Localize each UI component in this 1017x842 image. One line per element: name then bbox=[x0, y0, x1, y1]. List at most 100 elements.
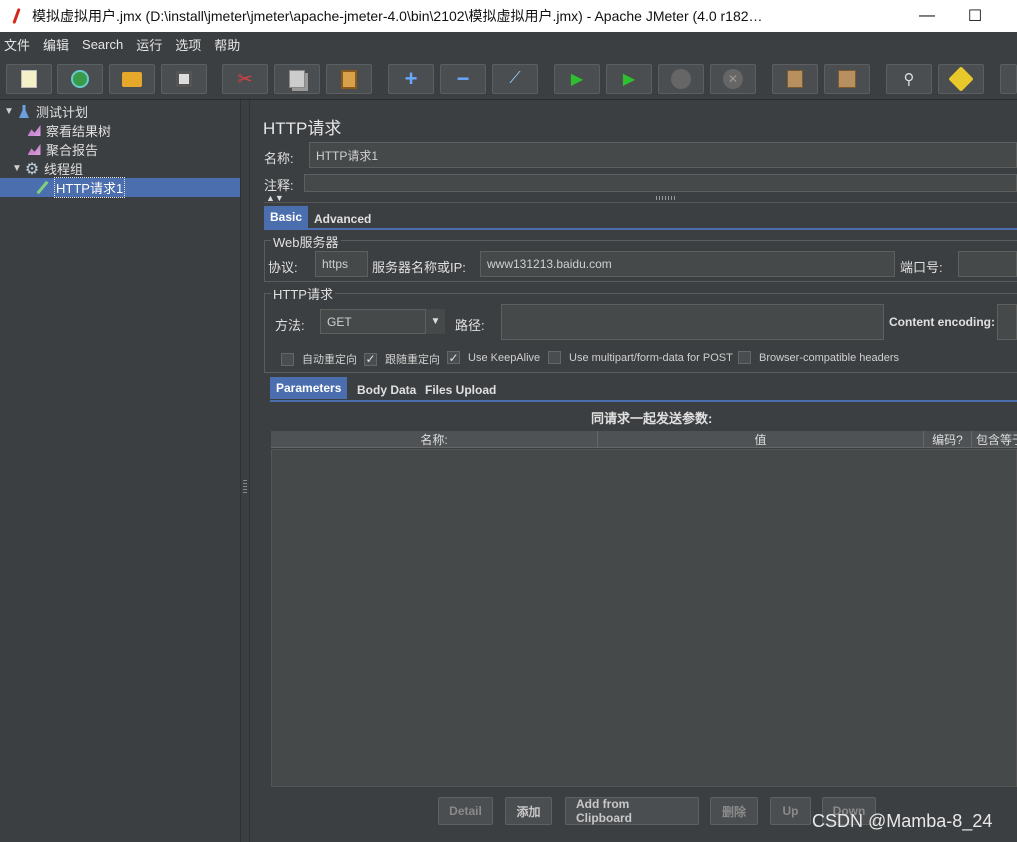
column-include-equals-header[interactable]: 包含等于 bbox=[972, 431, 1017, 448]
tree-item-http-request[interactable]: HTTP请求1 bbox=[0, 177, 240, 198]
cut-icon: ✂ bbox=[237, 68, 253, 89]
tab-advanced[interactable]: Advanced bbox=[308, 208, 378, 230]
expand-all-button[interactable]: + bbox=[388, 64, 434, 94]
checkbox-label: Use multipart/form-data for POST bbox=[569, 351, 733, 364]
protocol-field[interactable]: https bbox=[315, 251, 368, 277]
multipart-checkbox[interactable]: Use multipart/form-data for POST bbox=[548, 351, 733, 364]
detail-button[interactable]: Detail bbox=[438, 797, 493, 825]
tree-item-thread-group[interactable]: ▼ ⚙ 线程组 bbox=[12, 159, 83, 178]
more-toolbar-button[interactable] bbox=[1000, 64, 1017, 94]
move-up-button[interactable]: Up bbox=[770, 797, 811, 825]
copy-button[interactable] bbox=[274, 64, 320, 94]
clear-all-button[interactable] bbox=[824, 64, 870, 94]
maximize-button[interactable]: ☐ bbox=[952, 0, 998, 32]
panel-splitter[interactable] bbox=[240, 100, 250, 842]
splitter-grip-icon bbox=[243, 480, 247, 494]
expand-icon: + bbox=[404, 66, 418, 91]
reset-search-icon bbox=[948, 66, 974, 92]
checkbox-box[interactable] bbox=[738, 351, 751, 364]
menu-edit[interactable]: 编辑 bbox=[43, 35, 69, 54]
name-field[interactable]: HTTP请求1 bbox=[309, 142, 1017, 168]
sampler-icon bbox=[34, 180, 50, 196]
listener-icon bbox=[26, 123, 42, 139]
auto-redirect-checkbox[interactable]: 自动重定向 bbox=[281, 351, 357, 367]
content-encoding-field[interactable] bbox=[997, 304, 1017, 340]
chevron-down-icon[interactable]: ▼ bbox=[425, 309, 445, 334]
name-label: 名称: bbox=[264, 151, 294, 166]
delete-button[interactable]: 删除 bbox=[710, 797, 758, 825]
templates-button[interactable] bbox=[57, 64, 103, 94]
add-from-clipboard-button[interactable]: Add from Clipboard bbox=[565, 797, 699, 825]
menu-options[interactable]: 选项 bbox=[175, 35, 201, 54]
tab-parameters[interactable]: Parameters bbox=[270, 377, 348, 399]
save-button[interactable] bbox=[161, 64, 207, 94]
start-no-pauses-button[interactable]: ▶ bbox=[606, 64, 652, 94]
tab-files-upload[interactable]: Files Upload bbox=[419, 379, 503, 401]
column-encode-header[interactable]: 编码? bbox=[924, 431, 972, 448]
page-title: HTTP请求 bbox=[263, 119, 342, 138]
menu-search[interactable]: Search bbox=[82, 37, 123, 52]
param-tab-underline bbox=[270, 400, 1017, 402]
toggle-icon: ⟋ bbox=[509, 70, 521, 87]
tree-item-label: 察看结果树 bbox=[46, 124, 112, 139]
paste-button[interactable] bbox=[326, 64, 372, 94]
cut-button[interactable]: ✂ bbox=[222, 64, 268, 94]
window-titlebar: 模拟虚拟用户.jmx (D:\install\jmeter\jmeter\apa… bbox=[0, 0, 1017, 32]
tree-item-view-results-tree[interactable]: 察看结果树 bbox=[26, 121, 111, 140]
parameters-caption: 同请求一起发送参数: bbox=[591, 411, 713, 426]
checkbox-box[interactable] bbox=[548, 351, 561, 364]
checkbox-box[interactable] bbox=[281, 352, 294, 366]
shutdown-icon: ✕ bbox=[723, 69, 743, 89]
save-icon bbox=[176, 71, 192, 87]
comment-field[interactable] bbox=[304, 174, 1017, 192]
start-no-pause-icon: ▶ bbox=[622, 71, 636, 88]
thread-group-icon: ⚙ bbox=[24, 160, 40, 178]
clear-all-icon bbox=[838, 70, 856, 88]
collapse-all-button[interactable]: − bbox=[440, 64, 486, 94]
test-plan-tree: ▼ 测试计划 察看结果树 聚合报告 ▼ ⚙ 线程组 HTTP请求1 bbox=[0, 100, 240, 842]
clear-button[interactable] bbox=[772, 64, 818, 94]
tree-item-label: 测试计划 bbox=[36, 105, 89, 120]
content-encoding-label: Content encoding: bbox=[889, 315, 995, 329]
add-button[interactable]: 添加 bbox=[505, 797, 552, 825]
tree-expand-toggle[interactable]: ▼ bbox=[12, 163, 24, 174]
start-button[interactable]: ▶ bbox=[554, 64, 600, 94]
checkbox-box[interactable]: ✓ bbox=[447, 351, 460, 365]
search-icon: ⚲ bbox=[903, 71, 915, 88]
search-button[interactable]: ⚲ bbox=[886, 64, 932, 94]
csdn-watermark: CSDN @Mamba-8_24 bbox=[812, 811, 993, 831]
window-title: 模拟虚拟用户.jmx (D:\install\jmeter\jmeter\apa… bbox=[32, 8, 763, 24]
stop-button[interactable] bbox=[658, 64, 704, 94]
column-value-header[interactable]: 值 bbox=[598, 431, 924, 448]
reset-search-button[interactable] bbox=[938, 64, 984, 94]
menu-run[interactable]: 运行 bbox=[136, 35, 162, 54]
checkbox-box[interactable]: ✓ bbox=[364, 352, 377, 366]
menu-file[interactable]: 文件 bbox=[4, 35, 30, 54]
toggle-button[interactable]: ⟋ bbox=[492, 64, 538, 94]
tab-body-data[interactable]: Body Data bbox=[351, 379, 423, 401]
tree-item-label: 线程组 bbox=[44, 162, 84, 177]
new-button[interactable] bbox=[6, 64, 52, 94]
keepalive-checkbox[interactable]: ✓ Use KeepAlive bbox=[447, 351, 540, 365]
test-plan-icon bbox=[16, 104, 32, 120]
tree-item-test-plan[interactable]: ▼ 测试计划 bbox=[4, 102, 88, 121]
browser-compatible-checkbox[interactable]: Browser-compatible headers bbox=[738, 351, 899, 364]
port-field[interactable] bbox=[958, 251, 1017, 277]
menu-help[interactable]: 帮助 bbox=[214, 35, 240, 54]
shutdown-button[interactable]: ✕ bbox=[710, 64, 756, 94]
jmeter-feather-icon bbox=[10, 7, 24, 25]
tab-basic[interactable]: Basic bbox=[264, 206, 309, 228]
port-label: 端口号: bbox=[900, 260, 943, 275]
toolbar: ✂ + − ⟋ ▶ ▶ ✕ ⚲ bbox=[0, 56, 1017, 100]
paste-icon bbox=[341, 69, 357, 89]
tree-item-aggregate-report[interactable]: 聚合报告 bbox=[26, 140, 98, 159]
open-button[interactable] bbox=[109, 64, 155, 94]
divider-grip-icon[interactable] bbox=[656, 196, 676, 200]
follow-redirects-checkbox[interactable]: ✓ 跟随重定向 bbox=[364, 351, 440, 367]
server-name-field[interactable]: www131213.baidu.com bbox=[480, 251, 895, 277]
column-name-header[interactable]: 名称: bbox=[271, 431, 598, 448]
path-field[interactable] bbox=[501, 304, 884, 340]
parameters-table-body[interactable] bbox=[271, 449, 1017, 787]
minimize-button[interactable]: — bbox=[904, 0, 950, 32]
tree-expand-toggle[interactable]: ▼ bbox=[4, 106, 16, 117]
